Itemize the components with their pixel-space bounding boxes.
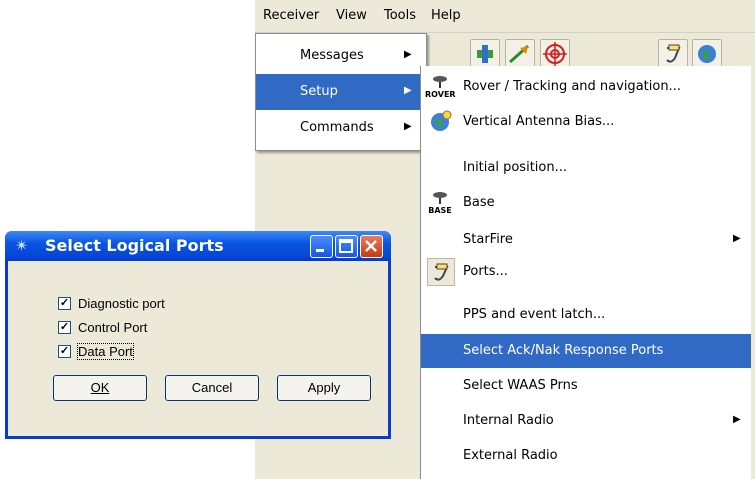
apply-button[interactable]: Apply bbox=[277, 375, 371, 401]
globe-tool-button[interactable] bbox=[692, 39, 722, 69]
menu-item-commands[interactable]: Commands ▶ bbox=[256, 110, 424, 146]
menu-item-label: Ports... bbox=[463, 264, 508, 279]
close-icon bbox=[365, 240, 377, 252]
menu-item-label: Messages bbox=[300, 48, 364, 63]
menu-item-label: Internal Radio bbox=[463, 413, 554, 428]
menu-item-select-waas-prns[interactable]: Select WAAS Prns bbox=[421, 369, 751, 403]
menu-item-label: External Radio bbox=[463, 448, 558, 463]
select-logical-ports-dialog: ✴ Select Logical Ports ✓ Diagnostic port… bbox=[5, 231, 391, 439]
globe-icon bbox=[698, 45, 716, 63]
menu-item-initial-position[interactable]: Initial position... bbox=[421, 151, 751, 185]
menu-view[interactable]: View bbox=[336, 8, 367, 23]
submenu-arrow-icon: ▶ bbox=[404, 49, 412, 60]
ports-icon bbox=[427, 258, 455, 286]
cancel-button-label: Cancel bbox=[191, 380, 233, 395]
dialog-title: Select Logical Ports bbox=[45, 236, 224, 255]
cancel-button[interactable]: Cancel bbox=[165, 375, 259, 401]
crosshair-tool-button[interactable] bbox=[540, 39, 570, 69]
base-icon: BASE bbox=[425, 190, 455, 216]
setup-submenu: ROVER Rover / Tracking and navigation...… bbox=[420, 66, 751, 479]
submenu-arrow-icon: ▶ bbox=[733, 414, 741, 425]
menu-item-messages[interactable]: Messages ▶ bbox=[256, 38, 424, 74]
menu-item-starfire[interactable]: StarFire ▶ bbox=[421, 223, 751, 257]
ports-tool-button[interactable] bbox=[658, 39, 688, 69]
submenu-arrow-icon: ▶ bbox=[404, 121, 412, 132]
menu-item-label: Initial position... bbox=[463, 160, 567, 175]
menu-item-base[interactable]: BASE Base bbox=[421, 186, 751, 220]
ok-button[interactable]: OK bbox=[53, 375, 147, 401]
maximize-icon bbox=[339, 239, 353, 253]
apply-button-label: Apply bbox=[307, 380, 341, 395]
menu-item-label: PPS and event latch... bbox=[463, 307, 606, 322]
menu-tools[interactable]: Tools bbox=[384, 8, 416, 23]
sparkle-app-icon: ✴ bbox=[15, 236, 29, 255]
menu-item-rover-tracking[interactable]: ROVER Rover / Tracking and navigation... bbox=[421, 70, 751, 104]
menu-item-label: Select Ack/Nak Response Ports bbox=[463, 343, 664, 358]
checkbox-checked-icon[interactable]: ✓ bbox=[58, 297, 71, 310]
menu-bar: Receiver View Tools Help bbox=[255, 0, 755, 33]
menu-item-external-radio[interactable]: External Radio bbox=[421, 439, 751, 473]
menu-item-select-ack-nak[interactable]: Select Ack/Nak Response Ports bbox=[421, 334, 751, 368]
crosshair-icon bbox=[543, 42, 567, 66]
menu-item-pps-event-latch[interactable]: PPS and event latch... bbox=[421, 298, 751, 332]
minimize-button[interactable] bbox=[310, 235, 333, 258]
menu-item-label: Select WAAS Prns bbox=[463, 378, 578, 393]
arrow-target-icon bbox=[509, 44, 529, 64]
satellite-icon bbox=[477, 45, 493, 63]
checkbox-label: Control Port bbox=[78, 320, 148, 335]
close-button[interactable] bbox=[360, 235, 383, 258]
menu-receiver[interactable]: Receiver bbox=[263, 8, 319, 23]
menu-help[interactable]: Help bbox=[431, 8, 461, 23]
menu-item-vertical-antenna-bias[interactable]: Vertical Antenna Bias... bbox=[421, 105, 751, 139]
receiver-dropdown-menu: Messages ▶ Setup ▶ Commands ▶ bbox=[255, 33, 427, 151]
checkbox-checked-icon[interactable]: ✓ bbox=[58, 321, 71, 334]
menu-item-setup[interactable]: Setup ▶ bbox=[256, 74, 424, 110]
menu-item-label: Vertical Antenna Bias... bbox=[463, 114, 615, 129]
menu-item-label: Commands bbox=[300, 120, 374, 135]
dialog-titlebar[interactable]: ✴ Select Logical Ports bbox=[5, 231, 391, 261]
rover-icon: ROVER bbox=[425, 74, 456, 100]
submenu-arrow-icon: ▶ bbox=[404, 85, 412, 96]
submenu-arrow-icon: ▶ bbox=[733, 233, 741, 244]
minimize-icon bbox=[316, 249, 324, 252]
maximize-button[interactable] bbox=[335, 235, 358, 258]
checkbox-label: Diagnostic port bbox=[78, 296, 165, 311]
menu-item-ports[interactable]: Ports... bbox=[421, 255, 751, 289]
dgps-tool-button[interactable] bbox=[470, 39, 500, 69]
ok-button-label: OK bbox=[90, 380, 110, 395]
checkbox-label: Data Port bbox=[77, 343, 134, 360]
base-icon-label: BASE bbox=[428, 206, 452, 215]
menu-item-label: StarFire bbox=[463, 232, 513, 247]
menu-item-label: Setup bbox=[300, 84, 338, 99]
menu-item-internal-radio[interactable]: Internal Radio ▶ bbox=[421, 404, 751, 438]
port-cable-icon bbox=[666, 44, 681, 63]
antenna-globe-icon bbox=[425, 109, 455, 135]
menu-item-label: Rover / Tracking and navigation... bbox=[463, 79, 681, 94]
checkbox-checked-icon[interactable]: ✓ bbox=[58, 345, 71, 358]
rover-icon-label: ROVER bbox=[425, 90, 456, 99]
menu-item-label: Base bbox=[463, 195, 495, 210]
aim-tool-button[interactable] bbox=[505, 39, 535, 69]
